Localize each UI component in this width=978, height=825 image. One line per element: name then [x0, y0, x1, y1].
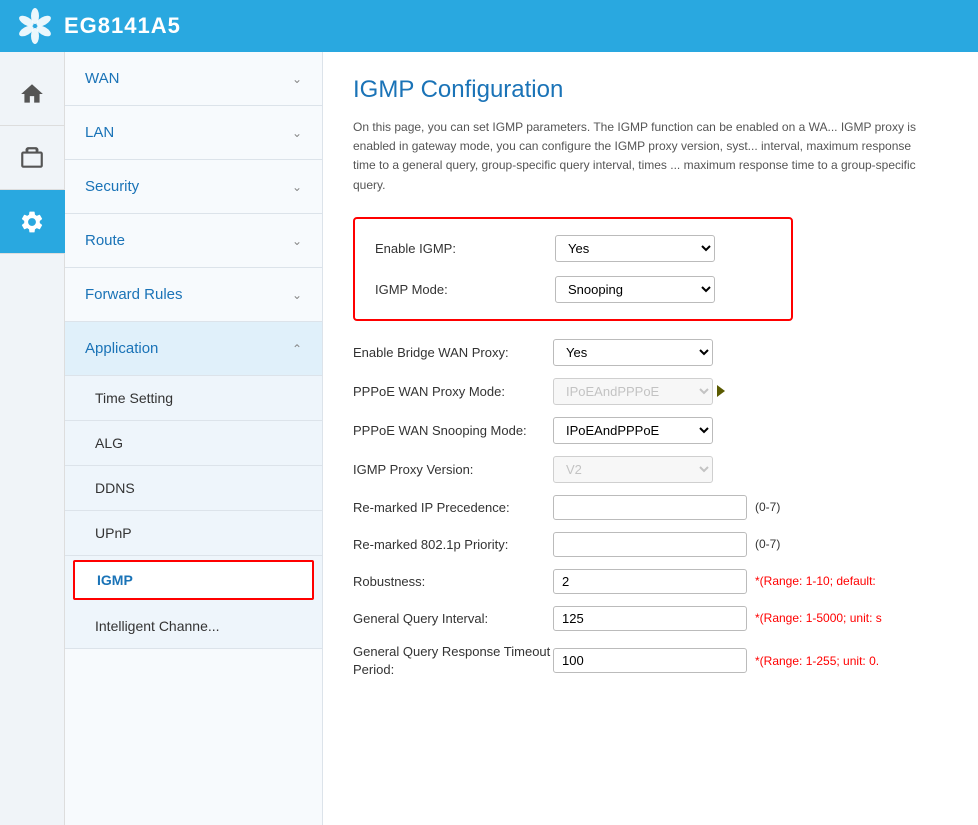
pppoe-wan-snooping-mode-label: PPPoE WAN Snooping Mode: — [353, 423, 553, 438]
header-logo: EG8141A5 — [16, 7, 181, 45]
general-query-interval-label: General Query Interval: — [353, 611, 553, 626]
general-query-response-timeout-row: General Query Response Timeout Period: *… — [353, 643, 948, 679]
robustness-hint: *(Range: 1-10; default: — [755, 574, 876, 588]
sidebar-item-igmp[interactable]: IGMP — [73, 560, 314, 600]
page-description: On this page, you can set IGMP parameter… — [353, 118, 933, 195]
chevron-up-icon: ⌃ — [292, 342, 302, 356]
form-section: Enable Bridge WAN Proxy: Yes No PPPoE WA… — [353, 339, 948, 679]
sidebar-item-time-setting-label: Time Setting — [95, 390, 173, 406]
sidebar-item-lan[interactable]: LAN ⌄ — [65, 106, 322, 160]
pppoe-wan-snooping-mode-select[interactable]: IPoEAndPPPoE PPPoE IPoE — [553, 417, 713, 444]
general-query-response-timeout-hint: *(Range: 1-255; unit: 0. — [755, 654, 879, 668]
pppoe-wan-proxy-mode-select[interactable]: IPoEAndPPPoE PPPoE IPoE — [553, 378, 713, 405]
robustness-input[interactable] — [553, 569, 747, 594]
remarked-8021p-priority-hint: (0-7) — [755, 537, 780, 551]
icon-strip — [0, 52, 65, 825]
sidebar-nav: WAN ⌄ LAN ⌄ Security ⌄ Route ⌄ Forward R… — [65, 52, 323, 825]
sidebar-item-wan[interactable]: WAN ⌄ — [65, 52, 322, 106]
sidebar-item-lan-label: LAN — [85, 124, 114, 141]
sidebar-item-wan-label: WAN — [85, 70, 119, 87]
huawei-logo-icon — [16, 7, 54, 45]
enable-bridge-wan-proxy-select[interactable]: Yes No — [553, 339, 713, 366]
enable-igmp-label: Enable IGMP: — [375, 241, 555, 256]
cursor-icon — [717, 385, 725, 397]
content-area: IGMP Configuration On this page, you can… — [323, 52, 978, 825]
igmp-mode-select[interactable]: Snooping Proxy Disabled — [555, 276, 715, 303]
remarked-8021p-priority-row: Re-marked 802.1p Priority: (0-7) — [353, 532, 948, 557]
sub-nav-application: Time Setting ALG DDNS UPnP IGMP Intellig… — [65, 376, 322, 649]
chevron-down-icon: ⌄ — [292, 126, 302, 140]
chevron-down-icon: ⌄ — [292, 288, 302, 302]
igmp-proxy-version-select[interactable]: V2 V3 — [553, 456, 713, 483]
igmp-mode-label: IGMP Mode: — [375, 282, 555, 297]
enable-igmp-select[interactable]: Yes No — [555, 235, 715, 262]
remarked-8021p-priority-label: Re-marked 802.1p Priority: — [353, 537, 553, 552]
remarked-ip-precedence-label: Re-marked IP Precedence: — [353, 500, 553, 515]
sidebar-item-security-label: Security — [85, 178, 139, 195]
icon-briefcase[interactable] — [0, 126, 65, 190]
sidebar-item-route-label: Route — [85, 232, 125, 249]
enable-bridge-wan-proxy-label: Enable Bridge WAN Proxy: — [353, 345, 553, 360]
remarked-8021p-priority-input[interactable] — [553, 532, 747, 557]
pppoe-wan-proxy-mode-row: PPPoE WAN Proxy Mode: IPoEAndPPPoE PPPoE… — [353, 378, 948, 405]
sidebar-item-route[interactable]: Route ⌄ — [65, 214, 322, 268]
robustness-label: Robustness: — [353, 574, 553, 589]
page-title: IGMP Configuration — [353, 76, 948, 104]
sidebar-item-alg[interactable]: ALG — [65, 421, 322, 466]
sidebar-item-intelligent-channel-label: Intelligent Channe... — [95, 618, 220, 634]
sidebar-item-forward-rules-label: Forward Rules — [85, 286, 183, 303]
icon-home[interactable] — [0, 62, 65, 126]
enable-bridge-wan-proxy-row: Enable Bridge WAN Proxy: Yes No — [353, 339, 948, 366]
robustness-row: Robustness: *(Range: 1-10; default: — [353, 569, 948, 594]
sidebar-item-security[interactable]: Security ⌄ — [65, 160, 322, 214]
chevron-down-icon: ⌄ — [292, 72, 302, 86]
main-container: WAN ⌄ LAN ⌄ Security ⌄ Route ⌄ Forward R… — [0, 52, 978, 825]
pppoe-wan-proxy-mode-label: PPPoE WAN Proxy Mode: — [353, 384, 553, 399]
sidebar-item-forward-rules[interactable]: Forward Rules ⌄ — [65, 268, 322, 322]
general-query-response-timeout-label: General Query Response Timeout Period: — [353, 643, 553, 679]
remarked-ip-precedence-hint: (0-7) — [755, 500, 780, 514]
sidebar-item-intelligent-channel[interactable]: Intelligent Channe... — [65, 604, 322, 649]
header-title: EG8141A5 — [64, 13, 181, 39]
chevron-down-icon: ⌄ — [292, 180, 302, 194]
sidebar-item-upnp[interactable]: UPnP — [65, 511, 322, 556]
sidebar-item-time-setting[interactable]: Time Setting — [65, 376, 322, 421]
enable-igmp-row: Enable IGMP: Yes No — [375, 235, 771, 262]
remarked-ip-precedence-row: Re-marked IP Precedence: (0-7) — [353, 495, 948, 520]
chevron-down-icon: ⌄ — [292, 234, 302, 248]
remarked-ip-precedence-input[interactable] — [553, 495, 747, 520]
igmp-proxy-version-label: IGMP Proxy Version: — [353, 462, 553, 477]
sidebar-item-igmp-label: IGMP — [97, 572, 133, 588]
icon-settings[interactable] — [0, 190, 65, 254]
pppoe-wan-snooping-mode-row: PPPoE WAN Snooping Mode: IPoEAndPPPoE PP… — [353, 417, 948, 444]
sidebar-item-upnp-label: UPnP — [95, 525, 132, 541]
header: EG8141A5 — [0, 0, 978, 52]
general-query-interval-hint: *(Range: 1-5000; unit: s — [755, 611, 882, 625]
sidebar-item-alg-label: ALG — [95, 435, 123, 451]
sidebar-item-ddns[interactable]: DDNS — [65, 466, 322, 511]
general-query-interval-row: General Query Interval: *(Range: 1-5000;… — [353, 606, 948, 631]
general-query-interval-input[interactable] — [553, 606, 747, 631]
igmp-proxy-version-row: IGMP Proxy Version: V2 V3 — [353, 456, 948, 483]
general-query-response-timeout-input[interactable] — [553, 648, 747, 673]
igmp-config-box: Enable IGMP: Yes No IGMP Mode: Snooping … — [353, 217, 793, 321]
sidebar-item-ddns-label: DDNS — [95, 480, 135, 496]
igmp-mode-row: IGMP Mode: Snooping Proxy Disabled — [375, 276, 771, 303]
sidebar-item-application[interactable]: Application ⌃ — [65, 322, 322, 376]
sidebar-item-application-label: Application — [85, 340, 158, 357]
